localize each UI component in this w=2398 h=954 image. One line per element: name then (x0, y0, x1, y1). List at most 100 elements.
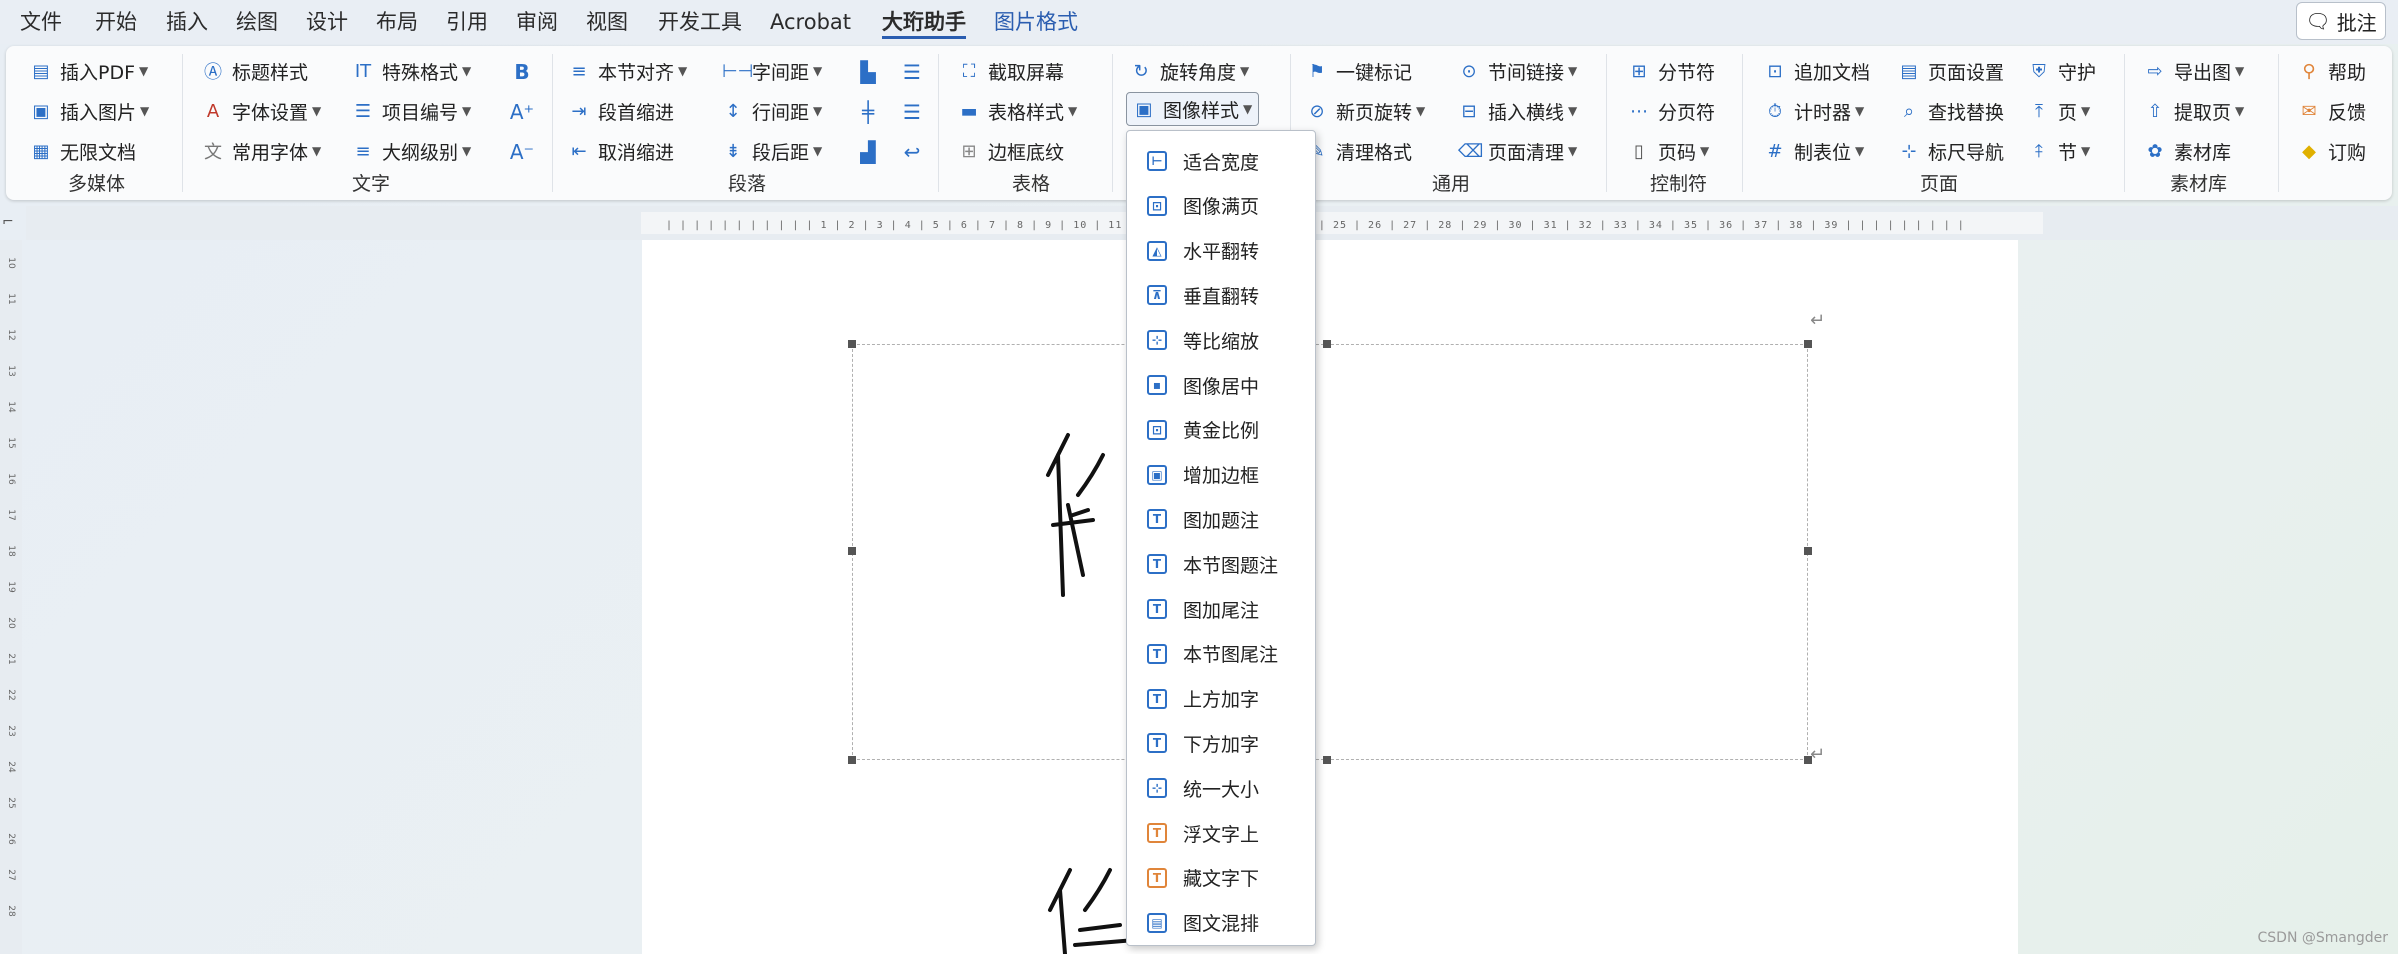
font-shrink-icon[interactable]: A⁻ (508, 138, 536, 166)
dropdown-item-text-below[interactable]: T 下方加字 (1127, 721, 1315, 765)
wrap-text-icon[interactable]: ↩ (898, 138, 926, 166)
tab-dahang-assistant[interactable]: 大珩助手 (882, 8, 966, 39)
font-grow-icon[interactable]: A⁺ (508, 98, 536, 126)
section-align-button[interactable]: ≡ 本节对齐 ▼ (568, 54, 687, 88)
insert-image-button[interactable]: ▣ 插入图片 ▼ (30, 94, 149, 128)
resize-handle-ne[interactable] (1804, 340, 1812, 348)
feedback-button[interactable]: ✉ 反馈 (2298, 94, 2366, 128)
resize-handle-n[interactable] (1323, 340, 1331, 348)
ruler-nav-button[interactable]: ⊹ 标尺导航 (1898, 134, 2004, 168)
section-break-button[interactable]: ⊞ 分节符 (1628, 54, 1715, 88)
one-click-mark-button[interactable]: ⚑ 一键标记 (1306, 54, 1412, 88)
append-doc-button[interactable]: ⊡ 追加文档 (1764, 54, 1870, 88)
resize-handle-sw[interactable] (848, 756, 856, 764)
tab-insert[interactable]: 插入 (166, 8, 208, 36)
tab-home[interactable]: 开始 (95, 8, 137, 36)
tab-acrobat[interactable]: Acrobat (770, 8, 851, 36)
tab-selector-icon[interactable]: ⌐ (2, 214, 20, 232)
bold-icon[interactable]: B (508, 58, 536, 86)
align-center-icon[interactable]: ╪ (854, 98, 882, 126)
border-shading-button[interactable]: ⊞ 边框底纹 (958, 134, 1064, 168)
screenshot-button[interactable]: ⛶ 截取屏幕 (958, 54, 1064, 88)
page-number-button[interactable]: ▯ 页码 ▼ (1628, 134, 1709, 168)
dropdown-item-fit-width[interactable]: ⊢ 适合宽度 (1127, 139, 1315, 183)
dropdown-item-uniform-size[interactable]: ⊹ 统一大小 (1127, 766, 1315, 810)
align-left-icon[interactable]: ▙ (854, 58, 882, 86)
help-button[interactable]: ⚲ 帮助 (2298, 54, 2366, 88)
page-menu-button[interactable]: ⤒ 页 ▼ (2028, 94, 2090, 128)
group-label-multimedia: 多媒体 (68, 173, 126, 195)
insert-pdf-button[interactable]: ▤ 插入PDF ▼ (30, 54, 148, 88)
image-style-button[interactable]: ▣ 图像样式 ▼ (1126, 92, 1260, 126)
resize-handle-w[interactable] (848, 547, 856, 555)
dropdown-item-proportional-scale[interactable]: ⊹ 等比缩放 (1127, 318, 1315, 362)
section-link-button[interactable]: ⊙ 节间链接 ▼ (1458, 54, 1577, 88)
dropdown-item-add-caption[interactable]: T 图加题注 (1127, 497, 1315, 541)
find-replace-button[interactable]: ⌕ 查找替换 (1898, 94, 2004, 128)
distribute-icon[interactable]: ▟ (854, 138, 882, 166)
tab-design[interactable]: 设计 (306, 8, 348, 36)
dropdown-item-hide-below-text[interactable]: T 藏文字下 (1127, 856, 1315, 900)
rotate-angle-button[interactable]: ↻ 旋转角度 ▼ (1130, 54, 1249, 88)
special-format-button[interactable]: IT 特殊格式 ▼ (352, 54, 471, 88)
infinite-doc-button[interactable]: ▦ 无限文档 (30, 134, 136, 168)
section-break-icon: ⊞ (1631, 60, 1647, 82)
dropdown-item-golden-ratio[interactable]: ⊡ 黄金比例 (1127, 408, 1315, 452)
vertical-ruler[interactable]: 10 11 12 13 14 15 16 17 18 19 20 21 22 23 24 25 26 27 28 (0, 240, 22, 954)
resize-handle-e[interactable] (1804, 547, 1812, 555)
page-clean-button[interactable]: ⌫ 页面清理 ▼ (1458, 134, 1577, 168)
dropdown-item-float-above-text[interactable]: T 浮文字上 (1127, 811, 1315, 855)
space-after-button[interactable]: ⇟ 段后距 ▼ (722, 134, 822, 168)
list-numbering-button[interactable]: ☰ 项目编号 ▼ (352, 94, 471, 128)
line-spacing-button[interactable]: ↕ 行间距 ▼ (722, 94, 822, 128)
selected-image-frame[interactable] (848, 340, 1812, 764)
outline-level-button[interactable]: ≡ 大纲级别 ▼ (352, 134, 471, 168)
comment-icon: 🗨 (2305, 9, 2331, 33)
resize-handle-nw[interactable] (848, 340, 856, 348)
timer-button[interactable]: ⏱ 计时器 ▼ (1764, 94, 1864, 128)
extract-page-button[interactable]: ⇧ 提取页 ▼ (2144, 94, 2244, 128)
material-library-button[interactable]: ✿ 素材库 (2144, 134, 2231, 168)
new-page-rotate-button[interactable]: ⊘ 新页旋转 ▼ (1306, 94, 1425, 128)
heading-style-button[interactable]: Ⓐ 标题样式 (202, 54, 308, 88)
page-break-button[interactable]: ⋯ 分页符 (1628, 94, 1715, 128)
justify-icon[interactable]: ☰ (898, 58, 926, 86)
tab-view[interactable]: 视图 (586, 8, 628, 36)
dropdown-item-add-footnote[interactable]: T 图加尾注 (1127, 587, 1315, 631)
section-menu-button[interactable]: ⤉ 节 ▼ (2028, 134, 2090, 168)
page-setup-button[interactable]: ▤ 页面设置 (1898, 54, 2004, 88)
comment-button[interactable]: 🗨 批注 (2296, 2, 2386, 40)
tab-layout[interactable]: 布局 (376, 8, 418, 36)
font-settings-button[interactable]: A 字体设置 ▼ (202, 94, 321, 128)
handwriting-image (1046, 433, 1105, 597)
align-right-icon[interactable]: ☰ (898, 98, 926, 126)
tab-draw[interactable]: 绘图 (236, 8, 278, 36)
tab-references[interactable]: 引用 (446, 8, 488, 36)
tab-file[interactable]: 文件 (20, 8, 62, 36)
clear-format-button[interactable]: ✎ 清理格式 (1306, 134, 1412, 168)
dropdown-item-text-wrap[interactable]: ▤ 图文混排 (1127, 901, 1315, 945)
export-image-button[interactable]: ⇨ 导出图 ▼ (2144, 54, 2244, 88)
dropdown-item-flip-horizontal[interactable]: ◭ 水平翻转 (1127, 229, 1315, 273)
tab-stop-button[interactable]: # 制表位 ▼ (1764, 134, 1864, 168)
tab-review[interactable]: 审阅 (516, 8, 558, 36)
dropdown-item-text-above[interactable]: T 上方加字 (1127, 677, 1315, 721)
tab-picture-format[interactable]: 图片格式 (994, 8, 1078, 36)
table-style-button[interactable]: ▬ 表格样式 ▼ (958, 94, 1077, 128)
dropdown-item-image-full-page[interactable]: ⊡ 图像满页 (1127, 184, 1315, 228)
dropdown-item-section-footnote[interactable]: T 本节图尾注 (1127, 632, 1315, 676)
dropdown-item-image-center[interactable]: ▪ 图像居中 (1127, 363, 1315, 407)
common-fonts-button[interactable]: 文常用字体 ▼ (202, 134, 321, 168)
insert-hline-button[interactable]: ⊟ 插入横线 ▼ (1458, 94, 1577, 128)
dropdown-item-flip-vertical[interactable]: ⊼ 垂直翻转 (1127, 273, 1315, 317)
resize-handle-s[interactable] (1323, 756, 1331, 764)
first-indent-button[interactable]: ⇥ 段首缩进 (568, 94, 674, 128)
guard-button[interactable]: ⛨ 守护 (2028, 54, 2096, 88)
char-spacing-button[interactable]: ⊢⊣ 字间距 ▼ (722, 54, 822, 88)
flip-vertical-icon: ⊼ (1147, 285, 1167, 306)
order-button[interactable]: ◆ 订购 (2298, 134, 2366, 168)
dropdown-item-section-caption[interactable]: T 本节图题注 (1127, 542, 1315, 586)
dropdown-item-add-border[interactable]: ▣ 增加边框 (1127, 453, 1315, 497)
cancel-indent-button[interactable]: ⇤ 取消缩进 (568, 134, 674, 168)
tab-developer[interactable]: 开发工具 (658, 8, 742, 36)
